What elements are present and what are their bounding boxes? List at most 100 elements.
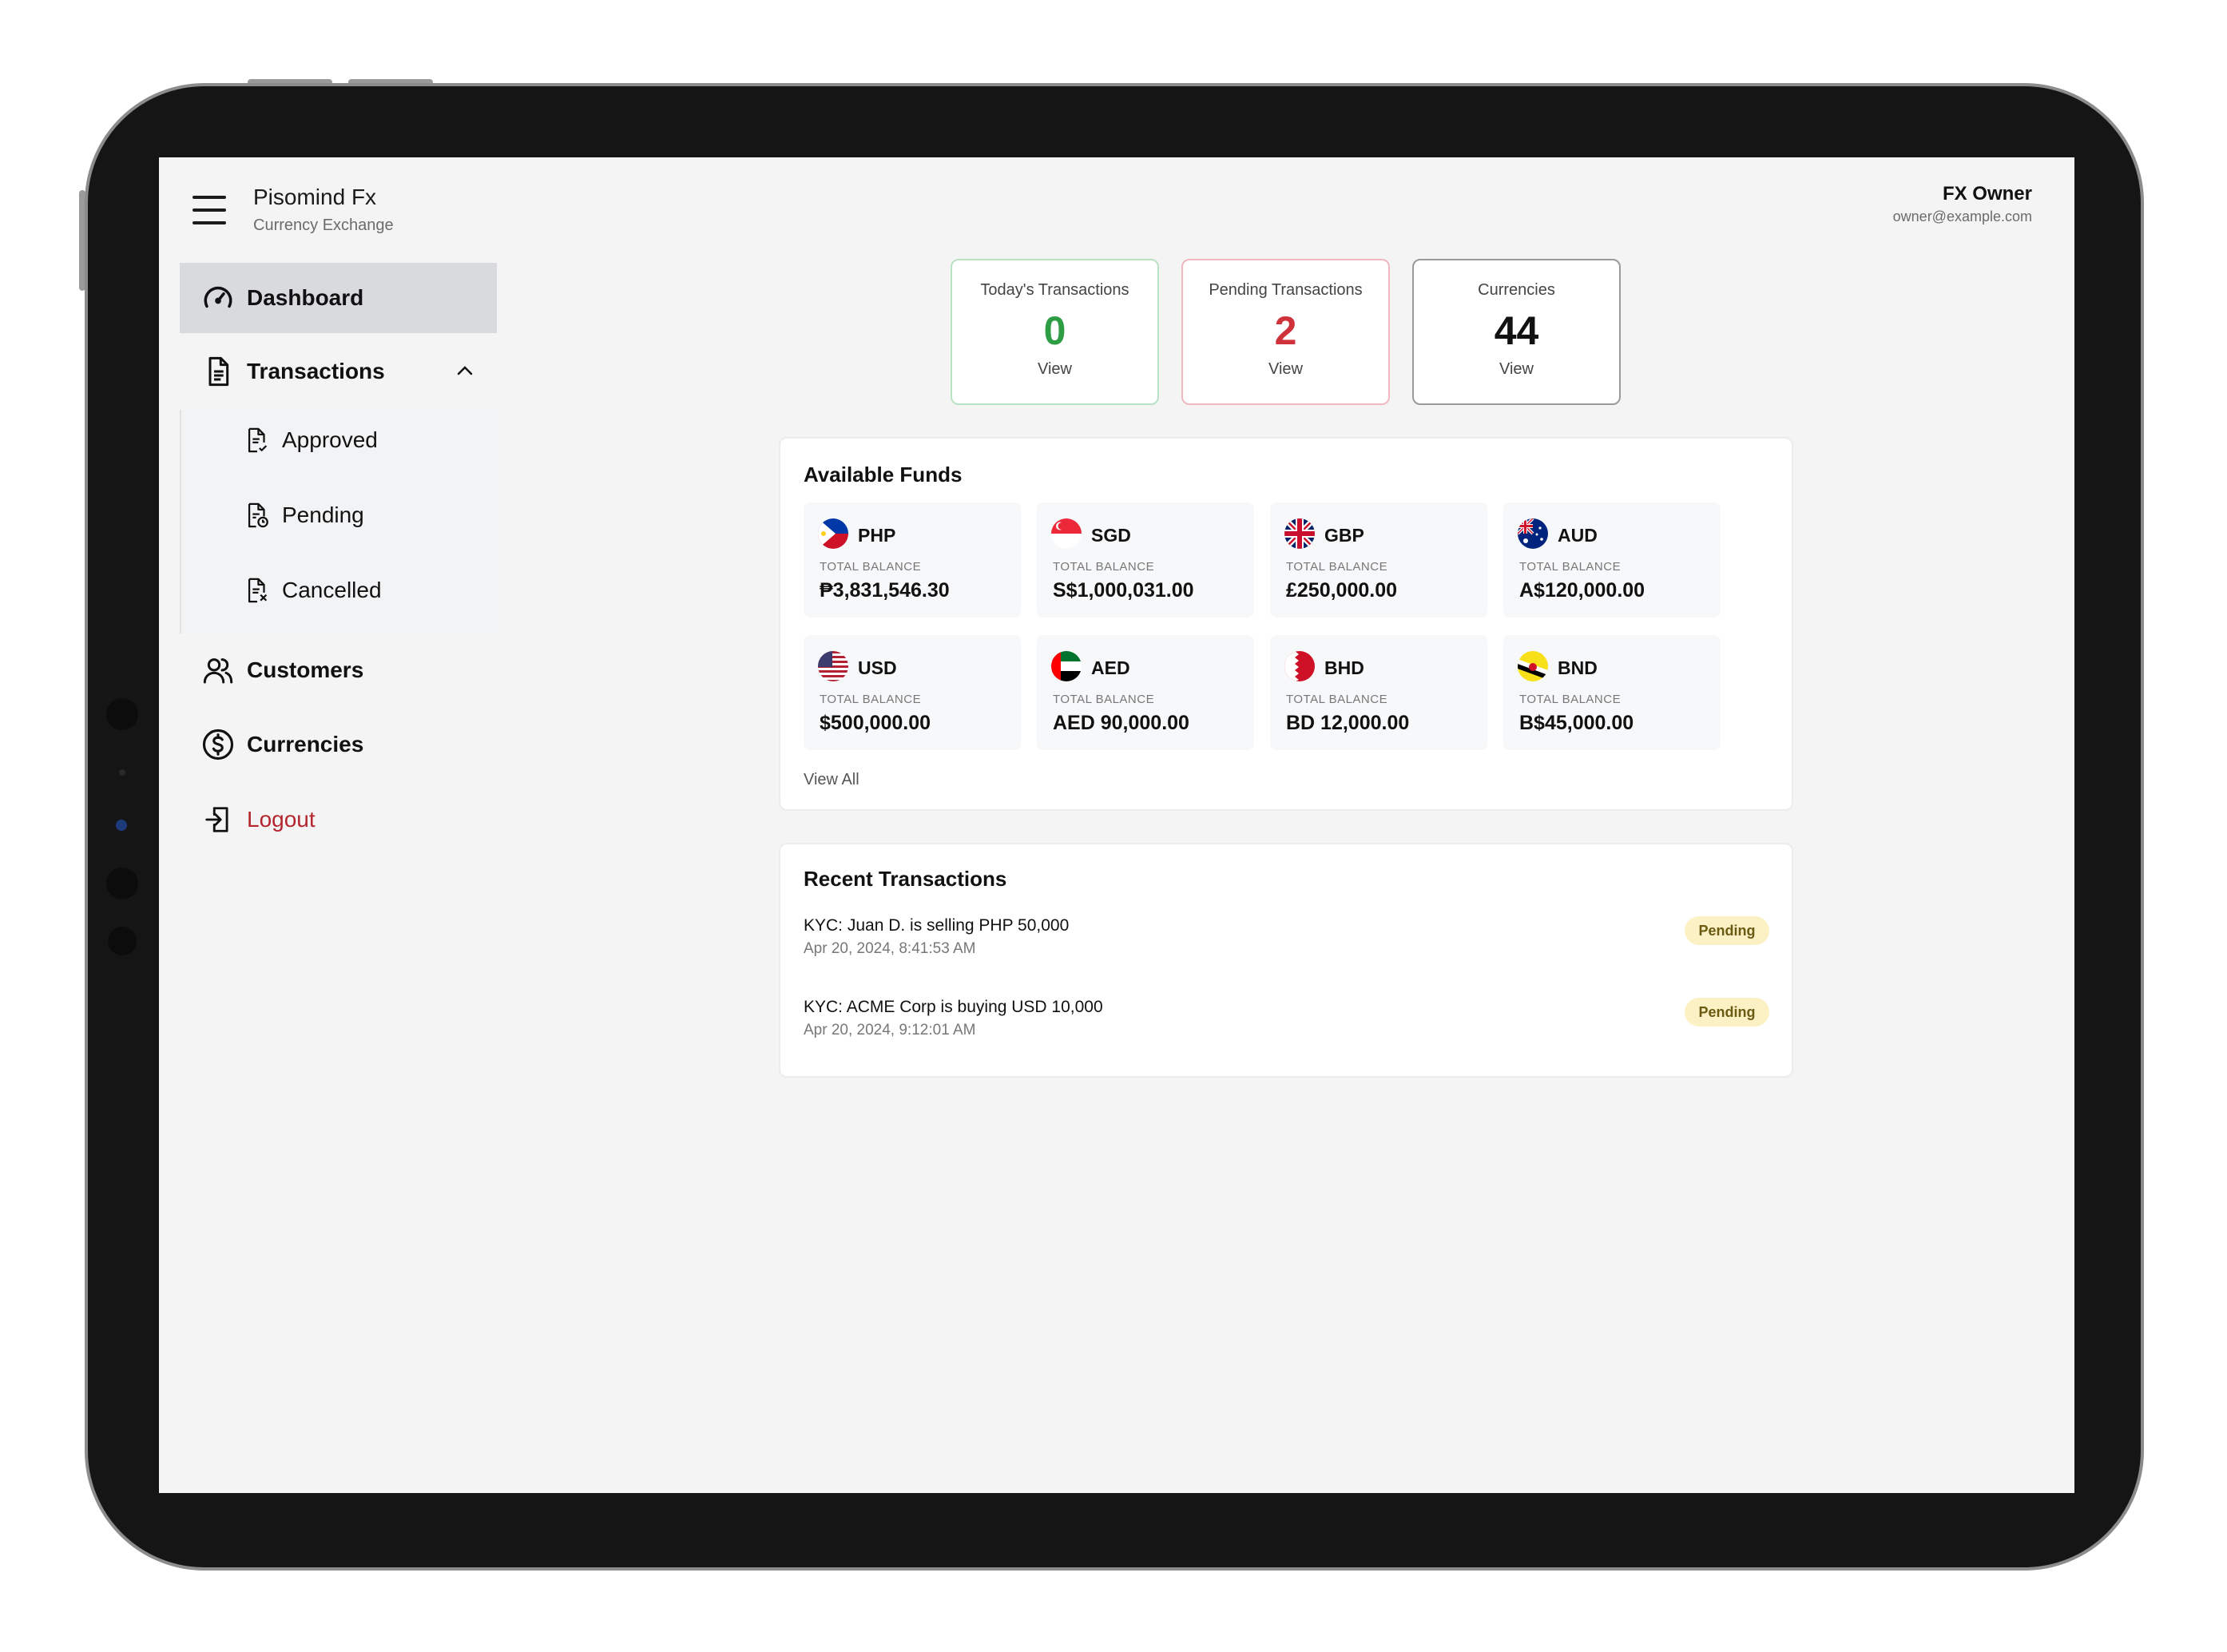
transaction-text: KYC: ACME Corp is buying USD 10,000 <box>804 998 1103 1016</box>
fund-amount: A$120,000.00 <box>1519 579 1645 602</box>
fund-card-aed[interactable]: AED TOTAL BALANCE AED 90,000.00 <box>1037 635 1254 750</box>
camera-dot <box>106 698 138 730</box>
stat-title: Today's Transactions <box>980 281 1129 299</box>
fund-amount: ₱3,831,546.30 <box>820 579 950 602</box>
fund-label: TOTAL BALANCE <box>820 693 922 706</box>
fund-card-aud[interactable]: AUD TOTAL BALANCE A$120,000.00 <box>1503 502 1721 618</box>
fund-code: PHP <box>858 525 896 546</box>
sidebar-subitem-label: Pending <box>282 502 364 527</box>
bh-flag-icon <box>1284 651 1315 681</box>
sidebar-subitem-label: Approved <box>282 427 378 452</box>
transaction-date: Apr 20, 2024, 9:12:01 AM <box>804 1022 976 1038</box>
ph-flag-icon <box>818 518 848 549</box>
sg-flag-icon <box>1051 518 1082 549</box>
fund-label: TOTAL BALANCE <box>1519 560 1622 574</box>
fund-code: SGD <box>1091 525 1131 546</box>
fund-label: TOTAL BALANCE <box>1519 693 1622 706</box>
stat-card-currencies[interactable]: Currencies 44 View <box>1412 259 1621 405</box>
fund-card-usd[interactable]: USD TOTAL BALANCE $500,000.00 <box>804 635 1021 750</box>
fund-code: BND <box>1558 657 1598 678</box>
fund-card-bhd[interactable]: BHD TOTAL BALANCE BD 12,000.00 <box>1270 635 1487 750</box>
stat-view-link[interactable]: View <box>1414 360 1619 379</box>
document-check-icon <box>242 424 272 456</box>
app-screen: Pisomind Fx Currency Exchange FX Owner o… <box>159 157 2074 1493</box>
stat-value: 2 <box>1274 308 1297 353</box>
available-funds-panel: Available Funds PHP TOTAL BALANCE ₱3,831… <box>779 437 1793 811</box>
camera-lens <box>116 820 127 831</box>
fund-amount: S$1,000,031.00 <box>1053 579 1194 602</box>
fund-label: TOTAL BALANCE <box>820 560 922 574</box>
sidebar-item-label: Dashboard <box>247 285 364 310</box>
status-badge: Pending <box>1685 916 1769 945</box>
sidebar-item-customers[interactable]: Customers <box>180 635 497 705</box>
au-flag-icon <box>1518 518 1548 549</box>
us-flag-icon <box>818 651 848 681</box>
stat-card-today[interactable]: Today's Transactions 0 View <box>951 259 1159 405</box>
sidebar-item-label: Logout <box>247 807 316 832</box>
stat-view-link[interactable]: View <box>1183 360 1388 379</box>
sidebar-subitem-label: Cancelled <box>282 578 382 602</box>
fund-code: AUD <box>1558 525 1598 546</box>
fund-amount: £250,000.00 <box>1286 579 1398 602</box>
stat-value: 0 <box>1043 308 1066 353</box>
sidebar-subitem-pending[interactable]: Pending <box>242 491 364 539</box>
fund-amount: AED 90,000.00 <box>1053 712 1189 734</box>
dollar-circle-icon <box>200 727 236 762</box>
fund-code: AED <box>1091 657 1130 678</box>
recent-transactions-panel: Recent Transactions KYC: Juan D. is sell… <box>779 843 1793 1078</box>
sidebar-subitem-cancelled[interactable]: Cancelled <box>242 566 382 614</box>
ae-flag-icon <box>1051 651 1082 681</box>
panel-title: Available Funds <box>804 463 963 486</box>
fund-card-gbp[interactable]: GBP TOTAL BALANCE £250,000.00 <box>1270 502 1487 618</box>
users-icon <box>200 653 236 688</box>
menu-icon[interactable] <box>193 196 226 224</box>
stat-title: Currencies <box>1478 281 1555 299</box>
fund-card-sgd[interactable]: SGD TOTAL BALANCE S$1,000,031.00 <box>1037 502 1254 618</box>
fund-amount: B$45,000.00 <box>1519 712 1634 734</box>
sidebar-item-logout[interactable]: Logout <box>180 784 497 855</box>
fund-label: TOTAL BALANCE <box>1053 693 1155 706</box>
camera-dot <box>108 927 137 955</box>
transaction-text: KYC: Juan D. is selling PHP 50,000 <box>804 916 1070 935</box>
stat-view-link[interactable]: View <box>952 360 1157 379</box>
sidebar-item-transactions[interactable]: Transactions <box>180 336 497 407</box>
sidebar-item-label: Currencies <box>247 732 364 757</box>
fund-label: TOTAL BALANCE <box>1286 693 1388 706</box>
logout-icon <box>200 802 236 837</box>
stat-value: 44 <box>1494 308 1539 353</box>
fund-label: TOTAL BALANCE <box>1286 560 1388 574</box>
stat-card-pending[interactable]: Pending Transactions 2 View <box>1181 259 1390 405</box>
fund-label: TOTAL BALANCE <box>1053 560 1155 574</box>
panel-title: Recent Transactions <box>804 867 1007 891</box>
document-clock-icon <box>242 499 272 531</box>
fund-amount: $500,000.00 <box>820 712 931 734</box>
status-badge: Pending <box>1685 998 1769 1027</box>
fund-code: GBP <box>1324 525 1364 546</box>
sidebar-item-currencies[interactable]: Currencies <box>180 709 497 780</box>
sensor-dot <box>119 769 125 776</box>
user-name[interactable]: FX Owner <box>1943 183 2032 205</box>
camera-dot <box>106 868 138 899</box>
sidebar-item-label: Customers <box>247 657 364 682</box>
fund-card-php[interactable]: PHP TOTAL BALANCE ₱3,831,546.30 <box>804 502 1021 618</box>
gauge-icon <box>200 280 236 316</box>
fund-card-bnd[interactable]: BND TOTAL BALANCE B$45,000.00 <box>1503 635 1721 750</box>
fund-code: USD <box>858 657 897 678</box>
fund-code: BHD <box>1324 657 1364 678</box>
view-all-link[interactable]: View All <box>804 771 859 789</box>
gb-flag-icon <box>1284 518 1315 549</box>
bn-flag-icon <box>1518 651 1548 681</box>
sidebar-item-label: Transactions <box>247 359 385 383</box>
chevron-up-icon[interactable] <box>456 365 474 380</box>
app-subtitle: Currency Exchange <box>253 216 394 234</box>
fund-amount: BD 12,000.00 <box>1286 712 1410 734</box>
stat-title: Pending Transactions <box>1209 281 1363 299</box>
transactions-submenu: Approved Pending Cancelled <box>180 410 498 633</box>
sidebar-subitem-approved[interactable]: Approved <box>242 416 378 464</box>
user-email: owner@example.com <box>1892 208 2032 224</box>
document-icon <box>200 354 236 389</box>
app-title: Pisomind Fx <box>253 185 377 209</box>
document-x-icon <box>242 574 272 606</box>
sidebar-item-dashboard[interactable]: Dashboard <box>180 263 497 333</box>
transaction-date: Apr 20, 2024, 8:41:53 AM <box>804 940 976 957</box>
